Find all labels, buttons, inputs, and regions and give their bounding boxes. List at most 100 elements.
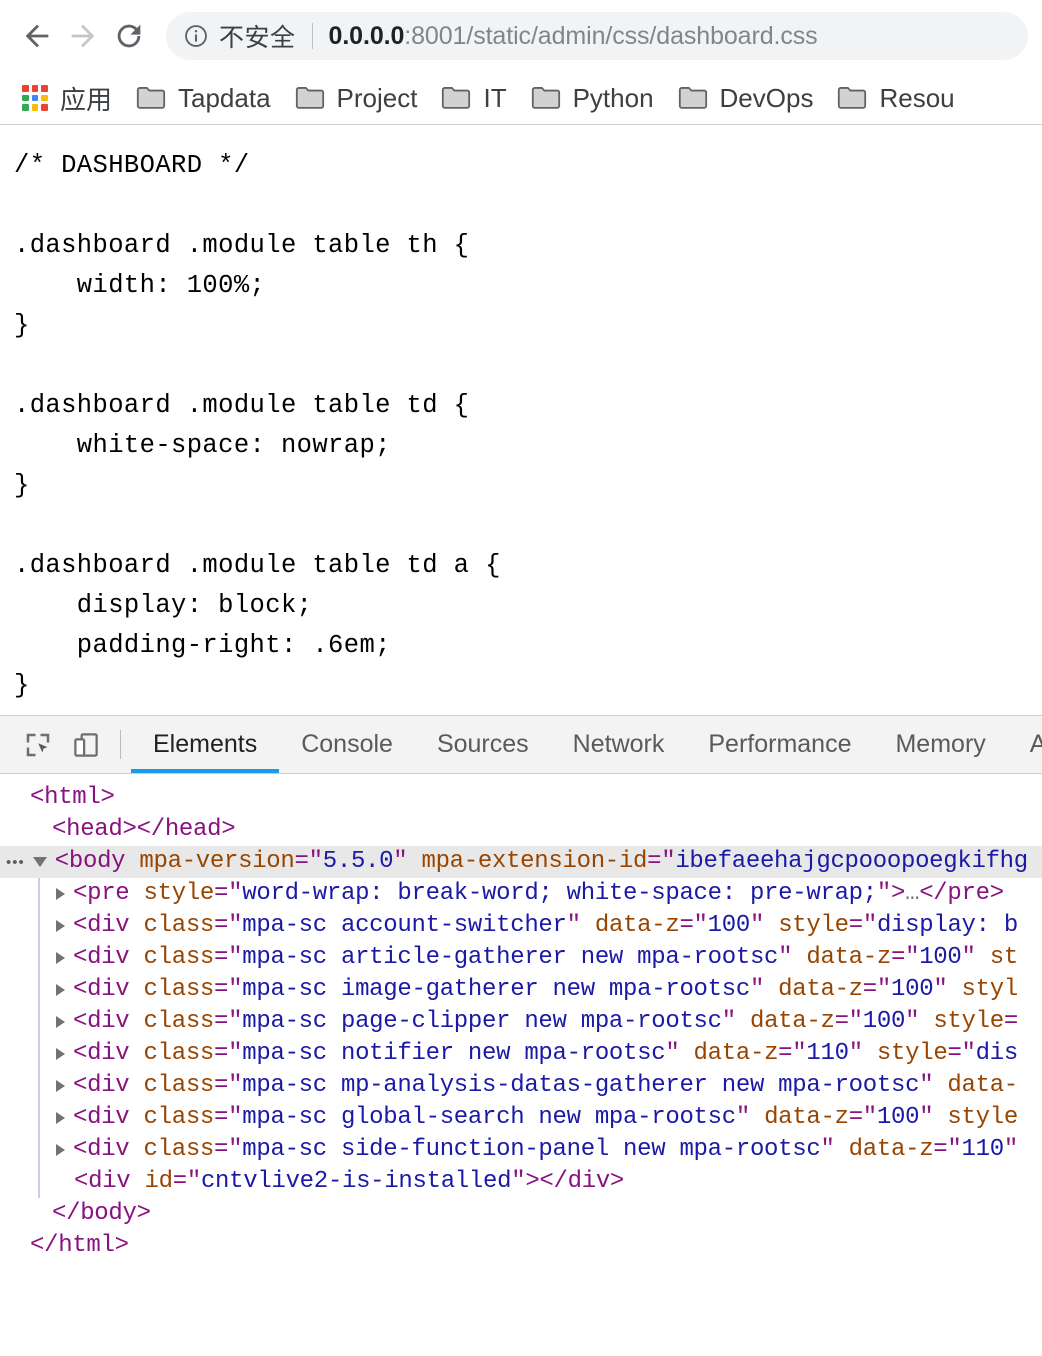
- expand-triangle-closed-icon[interactable]: [56, 1016, 65, 1028]
- attribute-value: mpa-sc account-switcher: [242, 912, 567, 939]
- tag-token: =": [848, 912, 878, 939]
- expand-triangle-closed-icon[interactable]: [56, 1112, 65, 1124]
- dom-tree-row[interactable]: <div class="mpa-sc account-switcher" dat…: [0, 910, 1042, 942]
- tab-label: Network: [572, 730, 665, 758]
- dom-tree-row[interactable]: <div class="mpa-sc article-gatherer new …: [0, 942, 1042, 974]
- bookmark-resources[interactable]: Resou: [825, 78, 966, 118]
- toolbar-separator: [120, 730, 121, 759]
- indent-guide: [38, 942, 40, 974]
- tab-sources[interactable]: Sources: [415, 716, 551, 773]
- attribute-value: mpa-sc page-clipper new mpa-rootsc: [242, 1008, 722, 1035]
- address-bar[interactable]: 不安全 0.0.0.0:8001/static/admin/css/dashbo…: [166, 12, 1028, 60]
- attribute-name: class: [129, 1072, 215, 1099]
- tag-token: ": [393, 848, 408, 875]
- dom-tree-row[interactable]: <head></head>: [0, 814, 1042, 846]
- back-button[interactable]: [14, 13, 60, 59]
- info-circle-icon[interactable]: [182, 22, 210, 50]
- inspect-element-button[interactable]: [14, 716, 62, 773]
- tag-token: <pre: [73, 880, 130, 907]
- attribute-value: mpa-sc global-search new mpa-rootsc: [242, 1104, 736, 1131]
- tag-token: ": [1003, 1136, 1018, 1163]
- tag-token: =": [214, 880, 243, 907]
- expand-triangle-open-icon[interactable]: [32, 857, 47, 867]
- chrome-divider: [0, 124, 1042, 125]
- expand-triangle-closed-icon[interactable]: [56, 920, 65, 932]
- indent-guide: [38, 1038, 40, 1070]
- attribute-name: class: [129, 1104, 215, 1131]
- tag-token: <div: [73, 912, 130, 939]
- attribute-value: 100: [876, 1104, 920, 1131]
- bookmark-apps[interactable]: 应用: [10, 78, 124, 118]
- tag-token: =": [214, 944, 243, 971]
- dom-tree-row[interactable]: <div class="mpa-sc page-clipper new mpa-…: [0, 1006, 1042, 1038]
- dom-tree-row[interactable]: <pre style="word-wrap: break-word; white…: [0, 878, 1042, 910]
- tab-console[interactable]: Console: [279, 716, 415, 773]
- dom-row-markup: <div id="cntvlive2-is-installed"></div>: [74, 1166, 624, 1198]
- dom-tree-row[interactable]: <div class="mpa-sc mp-analysis-datas-gat…: [0, 1070, 1042, 1102]
- bookmark-devops[interactable]: DevOps: [666, 78, 826, 118]
- dom-tree-row[interactable]: </html>: [0, 1230, 1042, 1262]
- dom-tree-row[interactable]: <div class="mpa-sc image-gatherer new mp…: [0, 974, 1042, 1006]
- dom-tree-row[interactable]: <div class="mpa-sc notifier new mpa-root…: [0, 1038, 1042, 1070]
- bookmark-python[interactable]: Python: [519, 78, 666, 118]
- dom-tree-row[interactable]: <div class="mpa-sc global-search new mpa…: [0, 1102, 1042, 1134]
- attribute-name: style: [764, 912, 849, 939]
- tab-performance[interactable]: Performance: [686, 716, 873, 773]
- tag-token: </html>: [30, 1232, 129, 1259]
- expand-triangle-closed-icon[interactable]: [56, 1144, 65, 1156]
- row-overflow-dots[interactable]: •••: [6, 855, 25, 870]
- bookmark-label: 应用: [60, 84, 113, 115]
- attribute-name: st: [975, 944, 1019, 971]
- tag-token: =": [172, 1168, 202, 1195]
- dom-tree[interactable]: <html> <head></head> ••• <body mpa-version=…: [0, 774, 1042, 1356]
- tag-token: =": [214, 1072, 243, 1099]
- expand-triangle-closed-icon[interactable]: [56, 1048, 65, 1060]
- expand-triangle-closed-icon[interactable]: [56, 952, 65, 964]
- tag-token: =": [947, 1040, 976, 1067]
- bookmark-project[interactable]: Project: [283, 78, 430, 118]
- tag-token: ": [778, 944, 793, 971]
- indent-guide: [38, 1006, 40, 1038]
- tag-token: =: [1003, 1008, 1018, 1035]
- expand-triangle-closed-icon[interactable]: [56, 1080, 65, 1092]
- attribute-value: mpa-sc mp-analysis-datas-gatherer new mp…: [242, 1072, 920, 1099]
- tag-token: =": [778, 1040, 807, 1067]
- tag-token: <div: [73, 944, 130, 971]
- tab-elements[interactable]: Elements: [131, 716, 280, 773]
- url-text: 0.0.0.0:8001/static/admin/css/dashboard.…: [329, 22, 818, 51]
- dom-tree-row[interactable]: <html>: [0, 782, 1042, 814]
- bookmark-it[interactable]: IT: [429, 78, 518, 118]
- tag-token: =": [214, 1136, 243, 1163]
- expand-triangle-closed-icon[interactable]: [56, 888, 65, 900]
- attribute-name: style: [862, 1040, 948, 1067]
- attribute-value: display: b: [876, 912, 1018, 939]
- tag-token: ": [848, 1040, 863, 1067]
- dom-tree-row[interactable]: <div class="mpa-sc side-function-panel n…: [0, 1134, 1042, 1166]
- reload-button[interactable]: [106, 13, 152, 59]
- tab-memory[interactable]: Memory: [873, 716, 1007, 773]
- tag-token: ": [735, 1104, 750, 1131]
- tag-token: …: [905, 880, 920, 907]
- tag-token: ": [919, 1072, 934, 1099]
- folder-icon: [136, 86, 166, 110]
- tag-token: =": [214, 976, 243, 1003]
- device-toolbar-button[interactable]: [62, 716, 110, 773]
- tag-token: <div: [73, 1072, 130, 1099]
- tag-token: ": [820, 1136, 835, 1163]
- dom-tree-row[interactable]: ••• <body mpa-version="5.5.0" mpa-extensi…: [0, 846, 1042, 878]
- tab-network[interactable]: Network: [551, 716, 687, 773]
- tag-token: ": [721, 1008, 736, 1035]
- attribute-name: class: [129, 1008, 215, 1035]
- url-host: 0.0.0.0: [328, 21, 405, 50]
- tag-token: <html>: [30, 784, 115, 811]
- expand-triangle-closed-icon[interactable]: [56, 984, 65, 996]
- dom-tree-row[interactable]: </body>: [0, 1198, 1042, 1230]
- dom-tree-row[interactable]: <div id="cntvlive2-is-installed"></div>: [0, 1166, 1042, 1198]
- forward-button[interactable]: [60, 13, 106, 59]
- browser-chrome: 不安全 0.0.0.0:8001/static/admin/css/dashbo…: [0, 0, 1042, 131]
- dom-row-markup: <body mpa-version="5.5.0" mpa-extension-…: [55, 846, 1028, 878]
- bookmark-tapdata[interactable]: Tapdata: [124, 78, 283, 118]
- attribute-value: mpa-sc side-function-panel new mpa-roots…: [242, 1136, 821, 1163]
- tab-application[interactable]: A: [1008, 716, 1042, 773]
- bookmark-label: Project: [336, 82, 418, 113]
